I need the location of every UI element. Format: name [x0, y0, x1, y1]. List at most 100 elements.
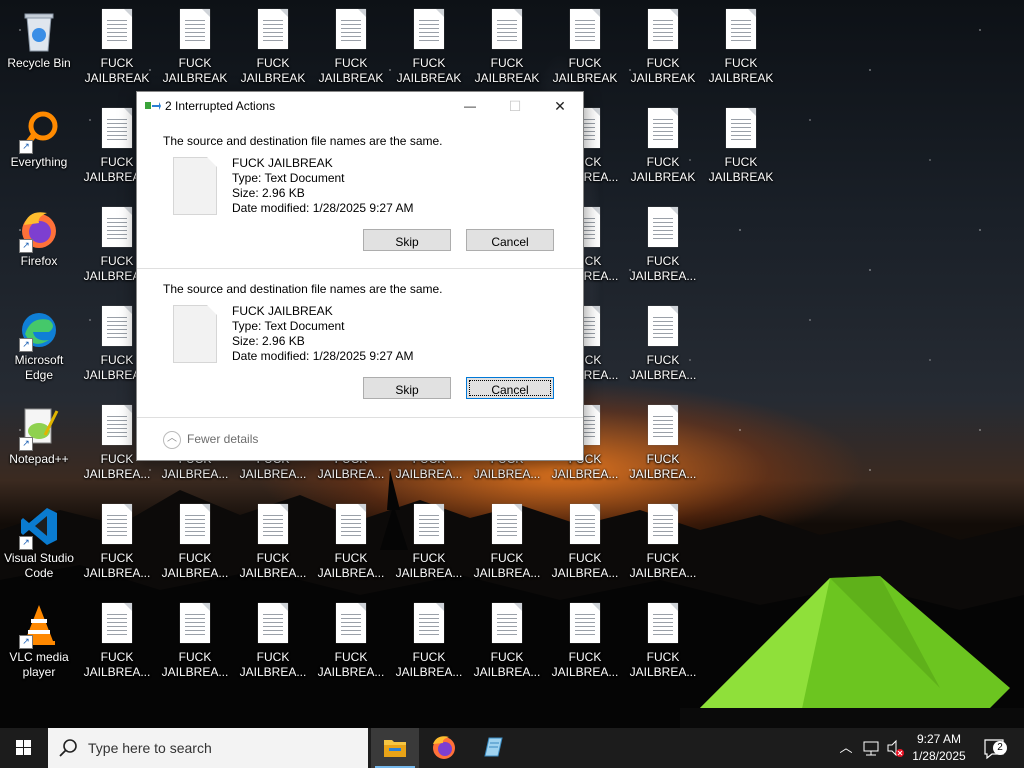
desktop-icon-label: FUCK JAILBREA... [629, 551, 697, 580]
volume-muted-icon[interactable] [884, 728, 906, 768]
file-info[interactable]: FUCK JAILBREAK Type: Text Document Size:… [232, 156, 413, 216]
desktop-icon-everything[interactable]: ↗ Everything [0, 104, 78, 200]
desktop-icon-text-file[interactable]: FUCK JAILBREA... [546, 500, 624, 596]
cancel-button[interactable]: Cancel [466, 377, 554, 399]
desktop-icon-text-file[interactable]: FUCK JAILBREA... [546, 599, 624, 695]
desktop-icon-text-file[interactable]: FUCK JAILBREAK [546, 5, 624, 101]
desktop-icon-label: FUCK JAILBREAK [630, 155, 696, 184]
text-document-icon [487, 603, 527, 647]
dialog-titlebar[interactable]: 2 Interrupted Actions — ☐ ✕ [137, 92, 583, 120]
desktop-icon-text-file[interactable]: FUCK JAILBREAK [468, 5, 546, 101]
text-document-icon [409, 504, 449, 548]
desktop-icon-text-file[interactable]: FUCK JAILBREA... [312, 500, 390, 596]
desktop-icon-text-file[interactable]: FUCK JAILBREA... [234, 500, 312, 596]
desktop-icon-vscode[interactable]: ↗ Visual Studio Code [0, 500, 78, 596]
desktop-icon-text-file[interactable]: FUCK JAILBREAK [156, 5, 234, 101]
text-document-icon [97, 207, 137, 251]
desktop-icon-label: FUCK JAILBREAK [84, 56, 150, 85]
notification-center-button[interactable]: 2 [978, 728, 1014, 768]
taskbar-search-box[interactable]: Type here to search [48, 728, 368, 768]
desktop-icon-label: FUCK JAILBREA... [239, 551, 307, 580]
desktop-icon-label: FUCK JAILBREAK [708, 56, 774, 85]
desktop-icon-text-file[interactable]: FUCK JAILBREAK [702, 5, 780, 101]
skip-button[interactable]: Skip [363, 377, 451, 399]
desktop-icon-label: FUCK JAILBREA... [551, 551, 619, 580]
desktop-icon-text-file[interactable]: FUCK JAILBREA... [624, 401, 702, 497]
desktop-icon-text-file[interactable]: FUCK JAILBREAK [78, 5, 156, 101]
desktop-icon-text-file[interactable]: FUCK JAILBREA... [78, 599, 156, 695]
desktop-icon-vlc[interactable]: ↗ VLC media player [0, 599, 78, 695]
desktop-icon-label: FUCK JAILBREA... [473, 551, 541, 580]
desktop-icon-text-file[interactable]: FUCK JAILBREA... [312, 599, 390, 695]
text-document-icon [487, 504, 527, 548]
windows-logo-icon [16, 740, 31, 755]
text-document-icon [565, 603, 605, 647]
desktop-icon-label: FUCK JAILBREA... [629, 650, 697, 679]
file-type: Type: Text Document [232, 319, 345, 333]
interrupted-actions-dialog: 2 Interrupted Actions — ☐ ✕ The source a… [136, 91, 584, 461]
file-name: FUCK JAILBREAK [232, 156, 333, 170]
close-button[interactable]: ✕ [537, 92, 583, 120]
show-hidden-icons-button[interactable]: ︿ [836, 728, 856, 768]
taskbar-file-explorer[interactable] [371, 728, 419, 768]
cancel-button[interactable]: Cancel [466, 229, 554, 251]
desktop-icon-text-file[interactable]: FUCK JAILBREAK [390, 5, 468, 101]
desktop-icon-text-file[interactable]: FUCK JAILBREA... [390, 500, 468, 596]
conflict-message: The source and destination file names ar… [163, 134, 443, 148]
desktop-icon-label: FUCK JAILBREAK [552, 56, 618, 85]
desktop-icon-text-file[interactable]: FUCK JAILBREAK [234, 5, 312, 101]
desktop-icon-label: FUCK JAILBREA... [473, 650, 541, 679]
file-date-modified: Date modified: 1/28/2025 9:27 AM [232, 349, 414, 363]
text-document-icon [643, 207, 683, 251]
desktop-icon-label: FUCK JAILBREA... [161, 551, 229, 580]
fewer-details-label: Fewer details [187, 432, 259, 447]
text-document-icon [643, 9, 683, 53]
desktop-icon-notepadpp[interactable]: ↗ Notepad++ [0, 401, 78, 497]
taskbar-firefox[interactable] [420, 728, 468, 768]
desktop-icon-text-file[interactable]: FUCK JAILBREAK [312, 5, 390, 101]
desktop-icon-label: FUCK JAILBREAK [396, 56, 462, 85]
taskbar-clock[interactable]: 9:27 AM 1/28/2025 [904, 731, 974, 765]
desktop-icon-text-file[interactable]: FUCK JAILBREA... [624, 500, 702, 596]
text-document-icon [643, 405, 683, 449]
file-size: Size: 2.96 KB [232, 334, 305, 348]
start-button[interactable] [0, 728, 48, 768]
fewer-details-toggle[interactable]: ︿ Fewer details [163, 431, 258, 449]
shortcut-arrow-icon: ↗ [19, 338, 33, 352]
desktop-icon-text-file[interactable]: FUCK JAILBREA... [468, 599, 546, 695]
text-document-icon[interactable] [173, 157, 217, 215]
text-document-icon [487, 9, 527, 53]
desktop-icon-text-file[interactable]: FUCK JAILBREA... [78, 500, 156, 596]
maximize-button[interactable]: ☐ [492, 92, 538, 120]
desktop-icon-text-file[interactable]: FUCK JAILBREA... [234, 599, 312, 695]
desktop-icon-text-file[interactable]: FUCK JAILBREAK [702, 104, 780, 200]
desktop-icon-recycle-bin[interactable]: Recycle Bin [0, 5, 78, 101]
desktop-icon-text-file[interactable]: FUCK JAILBREA... [624, 203, 702, 299]
clock-date: 1/28/2025 [912, 749, 966, 763]
desktop-icon-edge[interactable]: ↗ Microsoft Edge [0, 302, 78, 398]
desktop-icon-label: FUCK JAILBREA... [161, 650, 229, 679]
desktop-icon-label: FUCK JAILBREA... [83, 551, 151, 580]
text-document-icon [253, 603, 293, 647]
text-document-icon [565, 504, 605, 548]
desktop-icon-text-file[interactable]: FUCK JAILBREA... [390, 599, 468, 695]
desktop-icon-label: FUCK JAILBREA... [395, 650, 463, 679]
skip-button[interactable]: Skip [363, 229, 451, 251]
desktop-icon-firefox[interactable]: ↗ Firefox [0, 203, 78, 299]
desktop-icon-text-file[interactable]: FUCK JAILBREAK [624, 104, 702, 200]
desktop-icon-text-file[interactable]: FUCK JAILBREAK [624, 5, 702, 101]
desktop-icon-text-file[interactable]: FUCK JAILBREA... [156, 599, 234, 695]
network-icon[interactable] [860, 728, 882, 768]
file-info[interactable]: FUCK JAILBREAK Type: Text Document Size:… [232, 304, 413, 364]
desktop-icon-label: FUCK JAILBREA... [83, 650, 151, 679]
desktop-icon-text-file[interactable]: FUCK JAILBREA... [624, 599, 702, 695]
desktop-icon-text-file[interactable]: FUCK JAILBREA... [468, 500, 546, 596]
desktop-icon-text-file[interactable]: FUCK JAILBREA... [624, 302, 702, 398]
chevron-up-icon: ︿ [163, 431, 181, 449]
desktop-icon-label: FUCK JAILBREAK [162, 56, 228, 85]
desktop-icon-label: Everything [10, 155, 68, 169]
minimize-button[interactable]: — [447, 92, 493, 120]
taskbar-notepad[interactable] [469, 728, 517, 768]
desktop-icon-text-file[interactable]: FUCK JAILBREA... [156, 500, 234, 596]
text-document-icon[interactable] [173, 305, 217, 363]
